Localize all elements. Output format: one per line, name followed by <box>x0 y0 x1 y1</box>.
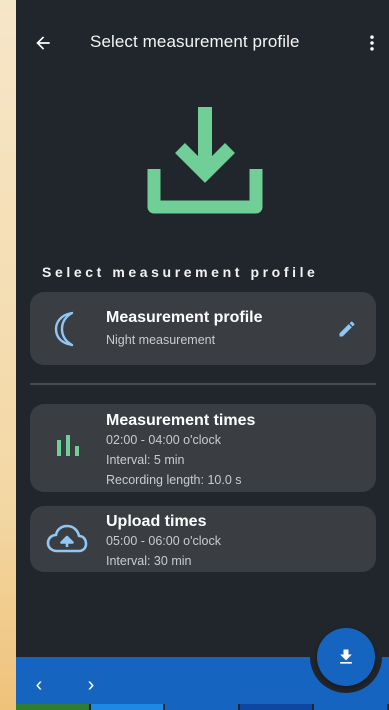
cloud-upload-icon <box>46 524 88 553</box>
divider <box>30 383 376 385</box>
previous-button[interactable]: ‹ <box>24 670 54 700</box>
back-button[interactable] <box>26 26 60 60</box>
download-icon <box>340 649 352 664</box>
times-line: 02:00 - 04:00 o'clock <box>106 433 221 447</box>
footer-tab <box>239 704 315 710</box>
upload-title: Upload times <box>106 513 207 530</box>
measurement-profile-card[interactable]: Measurement profile Night measurement <box>30 292 376 365</box>
left-strip <box>0 0 16 710</box>
app-bar: Select measurement profile <box>16 0 389 82</box>
footer-tab <box>165 704 240 710</box>
footer-tab <box>90 704 166 710</box>
edit-profile-button[interactable] <box>334 316 360 342</box>
arrow-left-icon <box>36 36 50 50</box>
bar-chart-icon <box>57 435 79 456</box>
download-icon <box>147 107 263 214</box>
section-label: Select measurement profile <box>42 264 319 280</box>
upload-times-card[interactable]: Upload times 05:00 - 06:00 o'clock Inter… <box>30 506 376 572</box>
footer-tab <box>314 704 389 710</box>
times-title: Measurement times <box>106 412 256 429</box>
upload-line: Interval: 30 min <box>106 554 192 568</box>
app-screen: Select measurement profile Select measur… <box>16 0 389 710</box>
footer-tab <box>16 704 91 710</box>
upload-line: 05:00 - 06:00 o'clock <box>106 534 221 548</box>
profile-title: Measurement profile <box>106 309 263 326</box>
more-menu-button[interactable] <box>357 26 387 60</box>
profile-subtitle: Night measurement <box>106 333 216 347</box>
more-vertical-icon <box>370 35 374 51</box>
times-line: Recording length: 10.0 s <box>106 473 242 487</box>
footer-tabs <box>16 704 389 710</box>
times-line: Interval: 5 min <box>106 453 185 467</box>
download-fab[interactable] <box>317 628 375 686</box>
measurement-times-card[interactable]: Measurement times 02:00 - 04:00 o'clock … <box>30 404 376 492</box>
page-title: Select measurement profile <box>90 32 300 51</box>
moon-icon <box>54 311 74 347</box>
next-button[interactable]: › <box>76 670 106 700</box>
pencil-icon <box>339 321 355 337</box>
